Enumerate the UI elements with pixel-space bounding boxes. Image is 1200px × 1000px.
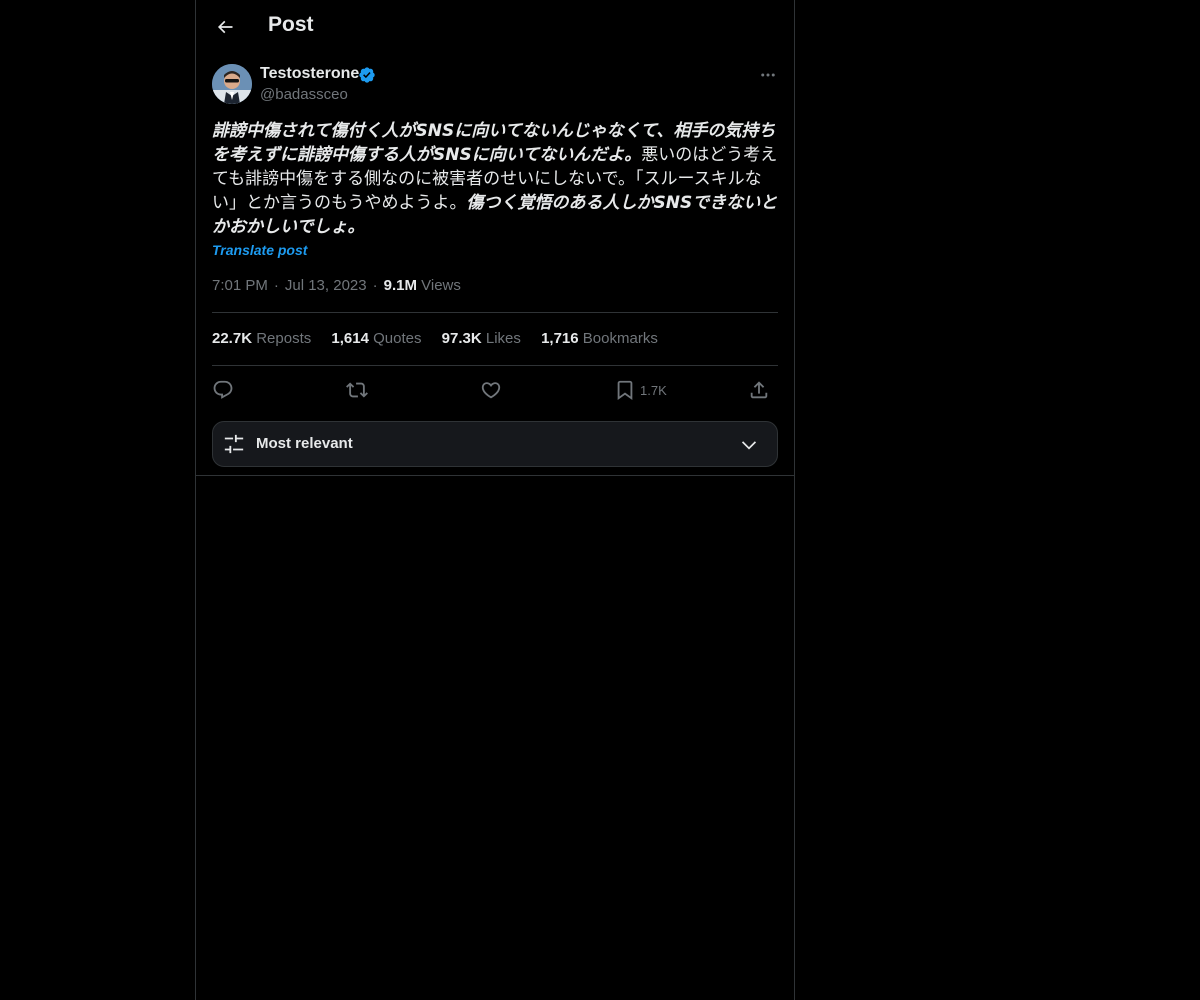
views-count: 9.1M <box>383 277 417 294</box>
share-icon <box>750 381 768 399</box>
main-column: Post Testosterone @badassceo 誹謗中傷されて傷付く人… <box>195 0 795 1000</box>
author-handle[interactable]: @badassceo <box>260 86 348 103</box>
likes-count: 97.3K <box>441 330 482 347</box>
reply-icon <box>213 380 233 399</box>
avatar-image <box>212 64 252 104</box>
bookmarks-count: 1,716 <box>541 330 579 347</box>
quotes-count: 1,614 <box>331 330 369 347</box>
quotes-label: Quotes <box>373 330 422 347</box>
reposts-label: Reposts <box>256 330 312 347</box>
like-button[interactable] <box>480 376 502 404</box>
more-horizontal-icon <box>761 73 775 77</box>
section-divider <box>196 475 794 476</box>
views-label: Views <box>421 277 461 294</box>
divider <box>212 312 778 313</box>
bookmark-count: 1.7K <box>640 382 667 398</box>
bookmark-icon <box>617 380 633 401</box>
more-options-button[interactable] <box>756 64 780 86</box>
back-button[interactable] <box>208 10 242 44</box>
arrow-left-icon <box>217 20 233 34</box>
sliders-icon <box>224 434 244 454</box>
bookmark-button[interactable]: 1.7K <box>614 376 667 404</box>
reposts-count: 22.7K <box>212 330 253 347</box>
separator-dot: · <box>372 277 378 294</box>
post-text: 誹謗中傷されて傷付く人がSNSに向いてないんじゃなくて、相手の気持ちを考えずに誹… <box>212 119 778 239</box>
page-title: Post <box>268 13 314 36</box>
separator-dot: · <box>273 277 279 294</box>
post-metadata: 7:01 PM · Jul 13, 2023 · 9.1M Views <box>212 277 461 294</box>
action-bar: 1.7K <box>212 376 778 404</box>
reply-button[interactable] <box>212 376 234 404</box>
author-name[interactable]: Testosterone <box>260 65 359 83</box>
reposts-stat[interactable]: 22.7K Reposts <box>212 330 311 347</box>
bookmarks-stat[interactable]: 1,716 Bookmarks <box>541 330 658 347</box>
likes-stat[interactable]: 97.3K Likes <box>442 330 521 347</box>
share-button[interactable] <box>748 376 770 404</box>
bookmarks-label: Bookmarks <box>582 330 658 347</box>
repost-icon <box>346 382 368 398</box>
avatar[interactable] <box>212 64 252 104</box>
sort-label: Most relevant <box>256 435 353 452</box>
chevron-down-icon <box>741 441 757 450</box>
verified-badge-icon <box>359 67 375 83</box>
post-date[interactable]: Jul 13, 2023 <box>285 277 367 294</box>
page-header: Post <box>196 0 794 54</box>
reply-sort-dropdown[interactable]: Most relevant <box>212 421 778 467</box>
translate-post-link[interactable]: Translate post <box>212 242 307 258</box>
divider <box>212 365 778 366</box>
quotes-stat[interactable]: 1,614 Quotes <box>331 330 421 347</box>
repost-button[interactable] <box>346 376 368 404</box>
engagement-stats: 22.7K Reposts 1,614 Quotes 97.3K Likes 1… <box>212 330 674 347</box>
heart-icon <box>481 382 501 399</box>
post-time[interactable]: 7:01 PM <box>212 277 268 294</box>
likes-label: Likes <box>485 330 521 347</box>
